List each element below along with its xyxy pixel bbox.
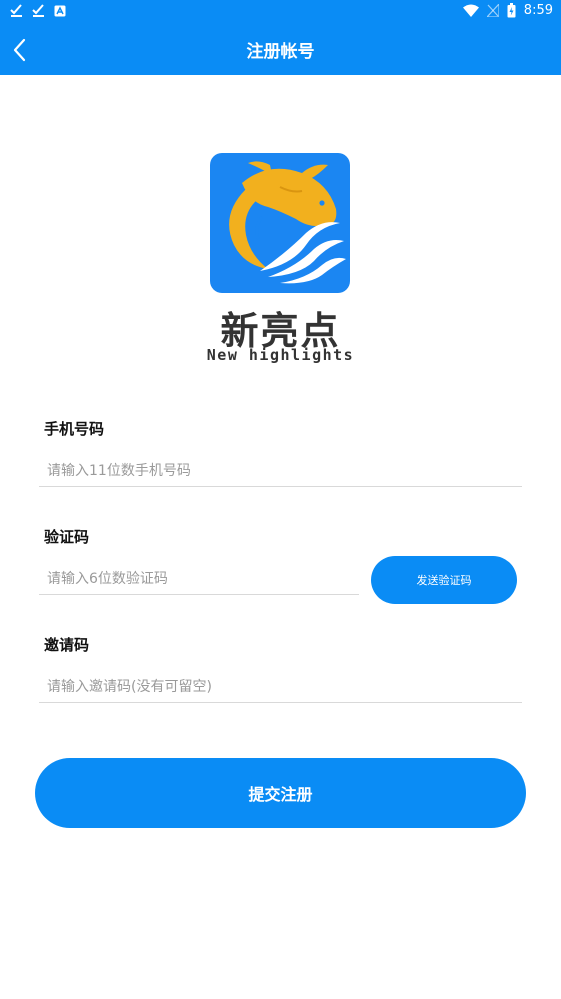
code-label: 验证码 xyxy=(44,528,90,546)
fish-wave-logo-icon xyxy=(229,161,346,284)
status-left-icons xyxy=(10,4,66,17)
wifi-icon xyxy=(462,4,479,17)
phone-input[interactable] xyxy=(39,455,522,487)
status-right-icons: 8:59 xyxy=(462,3,553,18)
send-code-button[interactable]: 发送验证码 xyxy=(371,556,517,604)
page-title: 注册帐号 xyxy=(246,42,315,62)
phone-label: 手机号码 xyxy=(44,420,105,438)
app-notification-icon xyxy=(54,5,66,16)
battery-icon xyxy=(507,3,516,18)
code-input[interactable] xyxy=(39,563,359,595)
status-bar: 8:59 xyxy=(0,0,561,24)
no-signal-icon xyxy=(486,4,499,17)
nav-bar: 注册帐号 xyxy=(0,24,561,75)
brand-name-en: New highlights xyxy=(206,346,355,364)
invite-input[interactable] xyxy=(39,671,522,703)
app-logo xyxy=(210,153,350,293)
submit-register-button[interactable]: 提交注册 xyxy=(35,758,526,828)
check-download-icon xyxy=(10,4,22,17)
status-time: 8:59 xyxy=(523,3,553,18)
check-download-icon xyxy=(32,4,44,17)
invite-label: 邀请码 xyxy=(44,636,90,654)
app-header: 8:59 注册帐号 xyxy=(0,0,561,75)
